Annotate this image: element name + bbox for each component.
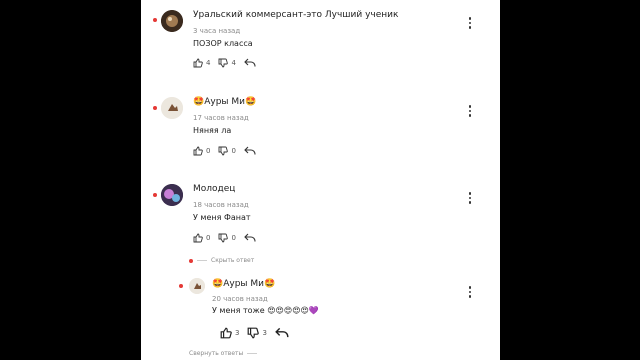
dislike-count: 0	[231, 147, 236, 155]
dislike-button[interactable]: 4	[218, 58, 236, 68]
reply-arrow-icon	[244, 58, 256, 67]
comment-text: Няняя ла	[193, 126, 232, 135]
avatar[interactable]	[161, 97, 183, 119]
thumb-down-icon	[219, 146, 229, 156]
reply-time: 20 часов назад	[212, 295, 268, 303]
comment-actions: 0 0	[193, 146, 256, 156]
reply-arrow-icon	[275, 327, 289, 338]
like-count: 0	[206, 147, 211, 155]
reply-button[interactable]	[244, 58, 256, 68]
avatar[interactable]	[189, 278, 205, 294]
unread-dot	[189, 258, 193, 263]
collapse-replies-label: Свернуть ответы	[189, 350, 244, 357]
comment-text: У меня Фанат	[193, 213, 251, 222]
reply-button[interactable]	[244, 233, 256, 243]
reply-arrow-icon	[244, 233, 256, 242]
thumb-up-icon	[193, 58, 203, 68]
thumb-down-icon	[219, 58, 229, 68]
reply-button[interactable]	[244, 146, 256, 156]
more-vertical-icon[interactable]	[465, 285, 475, 299]
like-button[interactable]: 3	[220, 327, 239, 339]
comment-time: 3 часа назад	[193, 27, 241, 35]
dislike-count: 0	[231, 234, 236, 242]
like-count: 0	[206, 234, 211, 242]
thumb-up-icon	[193, 146, 203, 156]
more-vertical-icon[interactable]	[465, 16, 475, 30]
thumb-up-icon	[220, 327, 232, 339]
thumb-down-icon	[219, 233, 229, 243]
avatar[interactable]	[161, 184, 183, 206]
comment-author[interactable]: 🤩Ауры Ми🤩	[193, 97, 256, 107]
comments-panel: Уральский коммерсант-это Лучший ученик 3…	[141, 0, 500, 360]
dislike-button[interactable]: 3	[247, 327, 267, 339]
dislike-count: 3	[262, 329, 267, 337]
reply-author[interactable]: 🤩Ауры Ми🤩	[212, 279, 275, 289]
unread-dot	[153, 106, 157, 110]
comment-text: ПОЗОР класса	[193, 39, 253, 48]
thumb-down-icon	[248, 327, 260, 339]
reply-actions: 3 3	[220, 327, 289, 339]
collapse-replies-link[interactable]: Свернуть ответы	[189, 350, 258, 357]
like-button[interactable]: 4	[193, 58, 210, 68]
more-vertical-icon[interactable]	[465, 104, 475, 118]
comment-time: 17 часов назад	[193, 114, 249, 122]
comment-author[interactable]: Уральский коммерсант-это Лучший ученик	[193, 10, 398, 20]
like-count: 4	[206, 59, 211, 67]
hide-replies-link[interactable]: Скрыть ответ	[189, 257, 254, 264]
avatar[interactable]	[161, 10, 183, 32]
unread-dot	[153, 193, 157, 197]
comment-time: 18 часов назад	[193, 201, 249, 209]
unread-dot	[179, 284, 183, 288]
unread-dot	[153, 18, 157, 22]
reply-arrow-icon	[244, 146, 256, 155]
thread-line	[197, 260, 207, 261]
dislike-button[interactable]: 0	[218, 146, 236, 156]
like-count: 3	[235, 329, 240, 337]
comment-actions: 4 4	[193, 58, 256, 68]
reply-text: У меня тоже 😍😍😍😍😍💜	[212, 306, 319, 315]
more-vertical-icon[interactable]	[465, 191, 475, 205]
like-button[interactable]: 0	[193, 233, 210, 243]
dislike-count: 4	[231, 59, 236, 67]
thumb-up-icon	[193, 233, 203, 243]
dislike-button[interactable]: 0	[218, 233, 236, 243]
comment-author[interactable]: Молодец	[193, 184, 235, 194]
thread-line	[247, 353, 258, 354]
comment-actions: 0 0	[193, 233, 256, 243]
reply-button[interactable]	[275, 327, 289, 339]
like-button[interactable]: 0	[193, 146, 210, 156]
hide-replies-label: Скрыть ответ	[211, 257, 255, 264]
